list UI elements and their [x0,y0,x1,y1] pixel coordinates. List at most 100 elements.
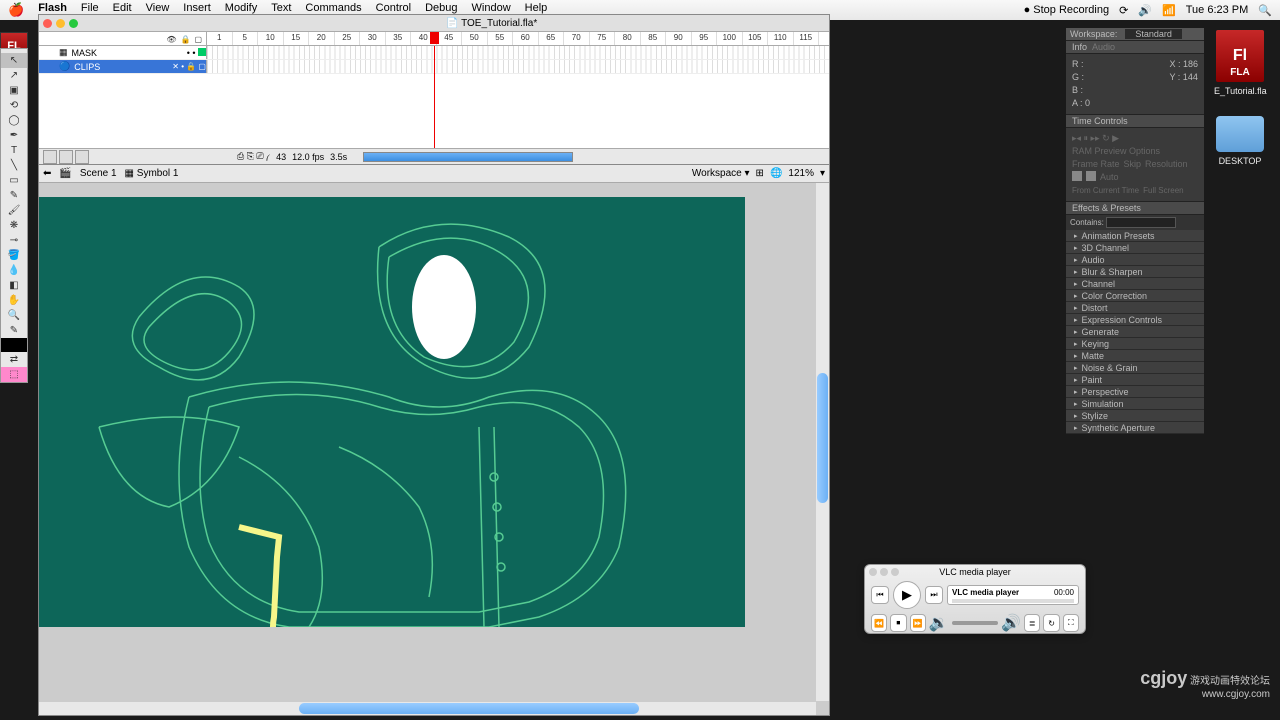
preset-paint[interactable]: Paint [1066,374,1204,386]
hand-tool[interactable]: ✋ [1,293,27,308]
info-panel-head[interactable]: Info Audio [1066,40,1204,54]
eraser-tool[interactable]: ◧ [1,278,27,293]
zoom-button[interactable] [69,19,78,28]
eyedropper-tool[interactable]: 💧 [1,263,27,278]
preset-generate[interactable]: Generate [1066,326,1204,338]
frame-mark[interactable]: 5 [233,32,259,45]
effects-head[interactable]: Effects & Presets [1066,201,1204,215]
new-folder-button[interactable] [59,150,73,164]
preset-matte[interactable]: Matte [1066,350,1204,362]
paint-bucket-tool[interactable]: 🪣 [1,248,27,263]
vlc-volume-icon[interactable]: 🔉 [929,613,949,633]
vlc-mute-icon[interactable]: 🔊 [1001,613,1021,633]
horizontal-scrollbar[interactable] [39,702,816,715]
text-tool[interactable]: T [1,143,27,158]
frame-mark[interactable]: 25 [335,32,361,45]
vlc-playlist[interactable]: ≣ [1024,614,1040,632]
outline-column-icon[interactable]: ▢ [194,35,202,44]
desktop-folder-icon[interactable] [1216,116,1264,152]
vlc-play-button[interactable]: ▶ [893,581,921,609]
zoom-tool[interactable]: 🔍 [1,308,27,323]
frame-mark[interactable]: 80 [615,32,641,45]
preset-expression-controls[interactable]: Expression Controls [1066,314,1204,326]
frame-mark[interactable]: 45 [437,32,463,45]
frame-mark[interactable]: 50 [462,32,488,45]
frame-mark[interactable]: 105 [743,32,769,45]
clock[interactable]: Tue 6:23 PM [1186,4,1249,16]
bone-tool[interactable]: ⊸ [1,233,27,248]
preset-3d-channel[interactable]: 3D Channel [1066,242,1204,254]
lasso-tool[interactable]: ◯ [1,113,27,128]
effects-search[interactable] [1106,217,1176,228]
frame-mark[interactable]: 85 [641,32,667,45]
fill-color[interactable] [1,338,27,352]
deco-tool[interactable]: ❋ [1,218,27,233]
preset-perspective[interactable]: Perspective [1066,386,1204,398]
frame-mark[interactable]: 75 [590,32,616,45]
frame-mark[interactable]: 100 [717,32,743,45]
preset-channel[interactable]: Channel [1066,278,1204,290]
vlc-fullscreen[interactable]: ⛶ [1063,614,1079,632]
brush-tool[interactable]: 🖌 [1,203,27,218]
workspace-dropdown[interactable]: Standard [1125,29,1182,39]
stroke-color[interactable]: ✎ [1,323,27,338]
document-tab[interactable]: TOE_Tutorial.fla* [461,18,537,29]
frame-mark[interactable]: 20 [309,32,335,45]
time-controls-head[interactable]: Time Controls [1066,114,1204,128]
stage-canvas[interactable] [39,197,745,627]
pen-tool[interactable]: ✒ [1,128,27,143]
frame-mark[interactable]: 55 [488,32,514,45]
stop-recording[interactable]: ● Stop Recording [1024,4,1110,16]
vlc-repeat[interactable]: ↻ [1043,614,1059,632]
back-button[interactable]: ⬅ [43,168,51,179]
sync-icon[interactable]: ⟳ [1119,4,1128,17]
vlc-zoom[interactable] [891,568,899,576]
preset-simulation[interactable]: Simulation [1066,398,1204,410]
delete-layer-button[interactable] [75,150,89,164]
vlc-skip-back[interactable]: ⏪ [871,614,887,632]
zoom-field[interactable]: 121% [788,168,814,179]
spotlight-icon[interactable]: 🔍 [1258,4,1272,17]
vlc-volume-slider[interactable] [952,621,998,625]
workspace-switcher[interactable]: Workspace ▾ [692,168,750,179]
frame-mark[interactable]: 65 [539,32,565,45]
subselection-tool[interactable]: ↗ [1,68,27,83]
preset-noise-grain[interactable]: Noise & Grain [1066,362,1204,374]
fla-file-icon[interactable]: FlFLA [1216,30,1264,82]
apple-icon[interactable]: 🍎 [8,2,24,18]
preset-stylize[interactable]: Stylize [1066,410,1204,422]
preset-distort[interactable]: Distort [1066,302,1204,314]
preset-color-correction[interactable]: Color Correction [1066,290,1204,302]
frame-mark[interactable]: 10 [258,32,284,45]
frame-mark[interactable]: 115 [794,32,820,45]
preset-audio[interactable]: Audio [1066,254,1204,266]
timeline-scrubber[interactable] [363,152,573,162]
playhead[interactable] [434,46,435,148]
snap-toggle[interactable]: ⬚ [1,367,27,382]
vlc-min[interactable] [880,568,888,576]
rectangle-tool[interactable]: ▭ [1,173,27,188]
vlc-next-button[interactable]: ⏭ [925,586,943,604]
3d-rotation-tool[interactable]: ⟲ [1,98,27,113]
minimize-button[interactable] [56,19,65,28]
volume-icon[interactable]: 🔊 [1138,4,1152,17]
stage-fit-icon[interactable]: ⊞ [756,168,764,179]
selection-tool[interactable]: ↖ [1,53,27,68]
stage-color-icon[interactable]: 🌐 [770,168,782,179]
frame-ruler[interactable]: 1510152025303540455055606570758085909510… [207,32,829,45]
scene-crumb[interactable]: Scene 1 [80,168,117,179]
frame-mark[interactable]: 110 [768,32,794,45]
frame-mark[interactable]: 1 [207,32,233,45]
zoom-menu-icon[interactable]: ▾ [820,168,825,179]
vlc-close[interactable] [869,568,877,576]
vlc-window[interactable]: VLC media player ⏮ ▶ ⏭ VLC media player0… [864,564,1086,634]
lock-column-icon[interactable]: 🔒 [180,35,190,44]
frame-mark[interactable]: 30 [360,32,386,45]
preset-synthetic-aperture[interactable]: Synthetic Aperture [1066,422,1204,434]
preset-blur-sharpen[interactable]: Blur & Sharpen [1066,266,1204,278]
vlc-skip-fwd[interactable]: ⏩ [910,614,926,632]
vlc-stop[interactable]: ⏹ [890,614,906,632]
close-button[interactable] [43,19,52,28]
frame-mark[interactable]: 15 [284,32,310,45]
vlc-prev-button[interactable]: ⏮ [871,586,889,604]
